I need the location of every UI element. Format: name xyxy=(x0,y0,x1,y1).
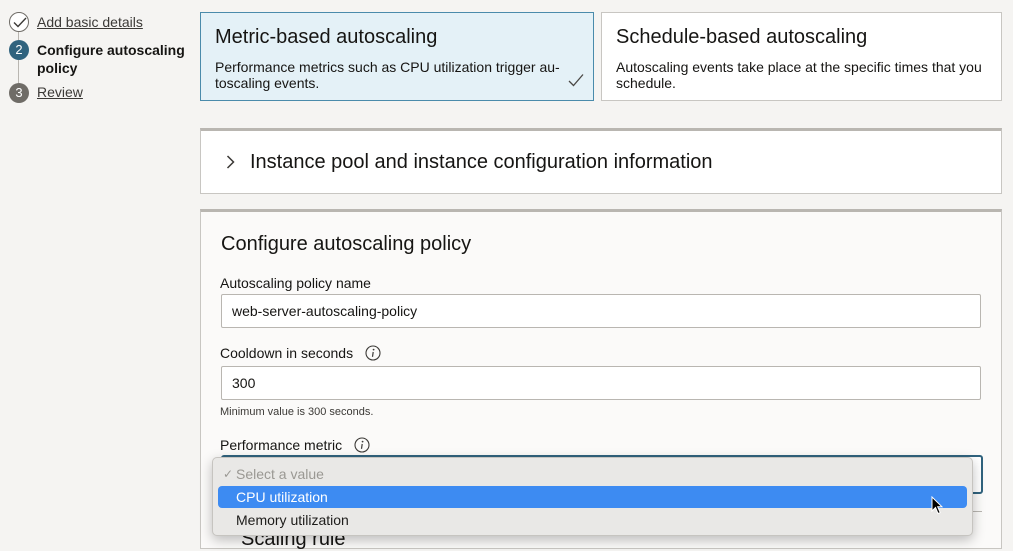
option-memory-utilization[interactable]: Memory utilization xyxy=(218,509,967,531)
chevron-right-icon xyxy=(226,155,235,169)
section-title: Instance pool and instance configuration… xyxy=(250,151,713,173)
performance-metric-label-row: Performance metric xyxy=(220,437,370,453)
schedule-based-autoscaling-card[interactable]: Schedule-based autoscaling Autoscaling e… xyxy=(601,12,1002,101)
performance-metric-label: Performance metric xyxy=(220,437,343,453)
cooldown-label-row: Cooldown in seconds xyxy=(220,345,381,361)
option-label: Memory utilization xyxy=(236,512,349,528)
step-review-link[interactable]: Review xyxy=(37,84,83,100)
checkmark-icon: ✓ xyxy=(223,467,234,481)
option-label: CPU utilization xyxy=(236,489,328,505)
steps-nav: Add basic details 2 Configure autoscalin… xyxy=(0,0,195,110)
option-label: Select a value xyxy=(236,466,324,482)
card-title: Schedule-based autoscaling xyxy=(616,26,868,48)
mouse-pointer-icon xyxy=(931,496,943,515)
card-description: Autoscaling events take place at the spe… xyxy=(616,59,982,91)
card-description: Performance metrics such as CPU utilizat… xyxy=(215,59,560,91)
instance-pool-section-toggle[interactable]: Instance pool and instance configuration… xyxy=(200,128,1002,194)
step-number-badge: 2 xyxy=(9,40,29,60)
metric-based-autoscaling-card[interactable]: Metric-based autoscaling Performance met… xyxy=(200,12,594,101)
cooldown-label: Cooldown in seconds xyxy=(220,345,354,361)
step-add-basic-details-link[interactable]: Add basic details xyxy=(37,14,143,30)
policy-name-input[interactable] xyxy=(221,294,981,328)
step-configure-autoscaling-policy: Configure autoscaling policy xyxy=(37,42,185,76)
card-title: Metric-based autoscaling xyxy=(215,26,438,48)
policy-name-label: Autoscaling policy name xyxy=(220,275,371,291)
step-number-badge: 3 xyxy=(9,83,29,103)
step-complete-check-icon xyxy=(9,12,29,32)
option-cpu-utilization[interactable]: CPU utilization xyxy=(218,486,967,508)
selected-check-icon xyxy=(568,74,584,87)
section-title: Configure autoscaling policy xyxy=(221,233,472,255)
cooldown-input[interactable] xyxy=(221,366,981,400)
option-select-a-value: ✓ Select a value xyxy=(218,463,967,485)
step-connector xyxy=(18,32,19,40)
step-connector xyxy=(18,60,19,83)
info-icon[interactable] xyxy=(354,437,370,453)
cooldown-help-text: Minimum value is 300 seconds. xyxy=(220,406,374,418)
performance-metric-dropdown-menu: ✓ Select a value CPU utilization Memory … xyxy=(212,457,973,536)
info-icon[interactable] xyxy=(365,345,381,361)
